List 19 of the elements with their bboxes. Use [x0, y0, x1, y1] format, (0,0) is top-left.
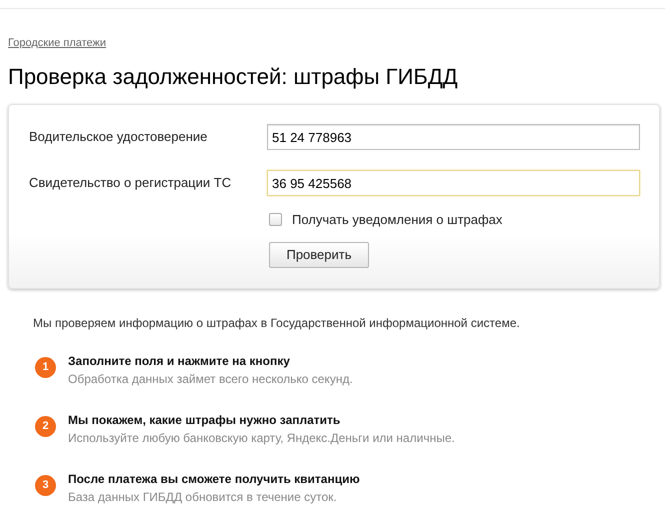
breadcrumb-link[interactable]: Городские платежи: [8, 37, 106, 49]
step-number-badge: 2: [35, 416, 56, 436]
step-title: Заполните поля и нажмите на кнопку: [68, 352, 291, 370]
field-label: Водительское удостоверение: [29, 128, 208, 146]
step-description: База данных ГИБДД обновится в течение суток.: [68, 488, 338, 506]
check-button[interactable]: Проверить: [269, 242, 369, 268]
checkbox-label: Получать уведомления о штрафах: [292, 211, 502, 229]
checkbox[interactable]: [269, 213, 282, 226]
info-text: Мы проверяем информацию о штрафах в Государственной информационной системе.: [33, 314, 521, 332]
page-title: Проверка задолженностей: штрафы ГИБДД: [8, 63, 459, 91]
input-field[interactable]: 36 95 425568: [267, 170, 640, 196]
input-field[interactable]: 51 24 778963: [267, 124, 640, 150]
step-title: После платежа вы сможете получить квитанцию: [68, 470, 360, 488]
step-description: Используйте любую банковскую карту, Яндекс.Деньги или наличные.: [68, 430, 455, 446]
step-title: Мы покажем, какие штрафы нужно заплатить: [68, 412, 342, 428]
step-number-badge: 3: [35, 474, 56, 496]
step-description: Обработка данных займет всего несколько секунд.: [68, 370, 353, 388]
field-label: Свидетельство о регистрации ТС: [29, 174, 232, 192]
step-number-badge: 1: [35, 356, 56, 378]
